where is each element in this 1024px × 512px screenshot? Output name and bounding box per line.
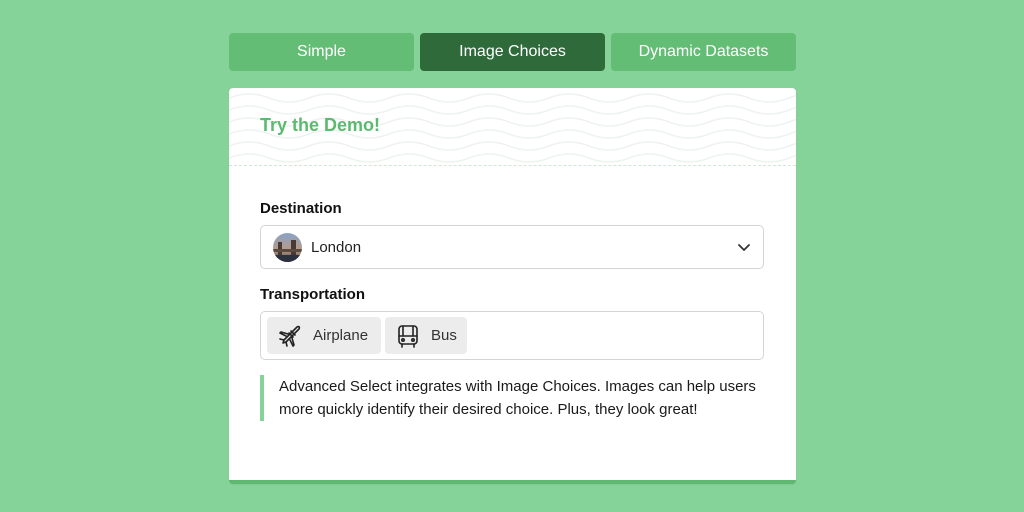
transportation-label: Transportation: [260, 286, 366, 303]
chip-bus-label: Bus: [431, 327, 457, 344]
chip-bus[interactable]: Bus: [385, 317, 467, 354]
london-thumbnail: [273, 233, 302, 262]
demo-card: Try the Demo! Destination London Transpo…: [229, 88, 796, 484]
chevron-down-icon[interactable]: [737, 240, 751, 254]
card-title: Try the Demo!: [260, 115, 381, 135]
tab-image-choices[interactable]: Image Choices: [420, 33, 605, 71]
destination-select[interactable]: London: [260, 225, 764, 269]
bus-icon: [398, 325, 418, 348]
card-header: Try the Demo!: [229, 88, 796, 166]
destination-label: Destination: [260, 200, 342, 217]
chip-airplane[interactable]: Airplane: [267, 317, 381, 354]
info-note: Advanced Select integrates with Image Ch…: [260, 375, 764, 421]
tab-bar: Simple Image Choices Dynamic Datasets: [229, 33, 796, 71]
info-note-text: Advanced Select integrates with Image Ch…: [279, 378, 756, 418]
chip-airplane-label: Airplane: [313, 327, 369, 344]
tab-dynamic-datasets[interactable]: Dynamic Datasets: [611, 33, 796, 71]
tab-simple[interactable]: Simple: [229, 33, 414, 71]
destination-value: London: [311, 239, 362, 256]
airplane-icon: [279, 325, 301, 347]
transportation-select[interactable]: Airplane Bus: [260, 311, 764, 360]
